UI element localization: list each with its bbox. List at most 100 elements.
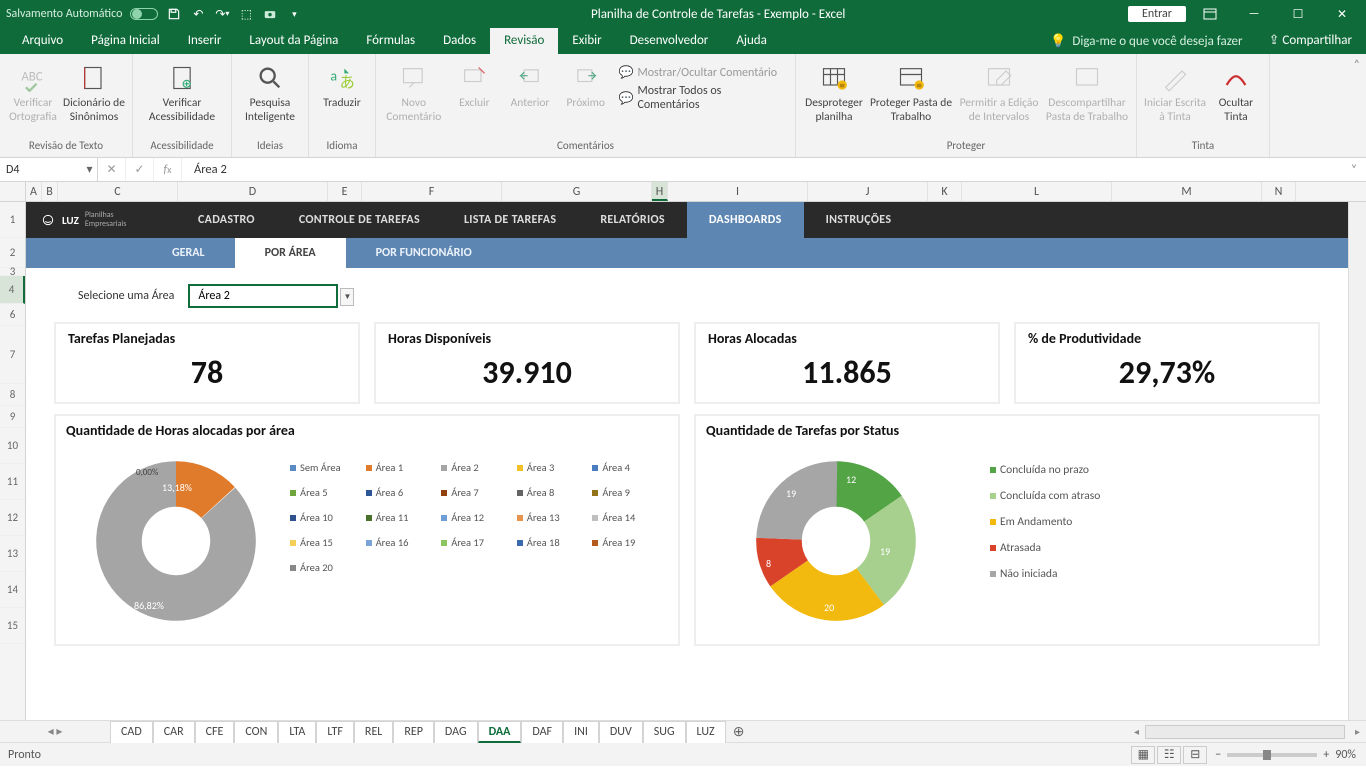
sheet-tab[interactable]: DAA [478,721,522,743]
sheet-tab-nav[interactable]: ◂ ▸ [0,724,110,739]
sheet-tab[interactable]: DAF [521,721,563,743]
autosave-toggle[interactable] [130,8,158,20]
spelling-button[interactable]: ABCVerificar Ortografia [6,60,60,124]
page-break-view-icon[interactable]: ⊟ [1183,746,1207,764]
row-header[interactable]: 6 [0,304,25,326]
row-header[interactable]: 14 [0,572,25,608]
ribbon-tab-exibir[interactable]: Exibir [558,28,615,54]
ribbon-display-icon[interactable] [1190,0,1230,28]
column-header[interactable]: D [178,182,328,201]
column-header[interactable]: M [1112,182,1262,201]
area-dropdown-icon[interactable]: ▼ [340,288,354,306]
subnav-geral[interactable]: GERAL [142,238,235,268]
sheet-tab[interactable]: SUG [643,721,686,743]
thesaurus-button[interactable]: Dicionário de Sinônimos [62,60,126,124]
row-header[interactable]: 1 [0,202,25,238]
qat-customize-icon[interactable]: ▾ [286,6,302,22]
column-header[interactable]: G [502,182,652,201]
sheet-tab[interactable]: REP [393,721,434,743]
sheet-tab[interactable]: CON [234,721,278,743]
close-icon[interactable]: ✕ [1322,0,1362,28]
dashnav-controle-de-tarefas[interactable]: CONTROLE DE TAREFAS [277,202,442,238]
ribbon-tab-fórmulas[interactable]: Fórmulas [352,28,429,54]
sheet-tab[interactable]: CFE [195,721,235,743]
dashnav-instruções[interactable]: INSTRUÇÕES [804,202,914,238]
allow-edit-ranges-button[interactable]: Permitir a Edição de Intervalos [956,60,1042,124]
area-selector-cell[interactable]: Área 2 ▼ [188,284,338,308]
start-inking-button[interactable]: Iniciar Escrita à Tinta [1143,60,1207,124]
vertical-scrollbar[interactable] [1348,202,1366,720]
row-header[interactable]: 8 [0,384,25,406]
row-header[interactable]: 10 [0,428,25,464]
protect-workbook-button[interactable]: Proteger Pasta de Trabalho [868,60,954,124]
save-icon[interactable] [166,6,182,22]
row-header[interactable]: 4 [0,276,25,304]
sheet-tab[interactable]: CAR [153,721,195,743]
accessibility-button[interactable]: Verificar Acessibilidade [139,60,225,124]
row-header[interactable]: 13 [0,536,25,572]
ribbon-tab-desenvolvedor[interactable]: Desenvolvedor [616,28,723,54]
maximize-icon[interactable]: ☐ [1278,0,1318,28]
unshare-workbook-button[interactable]: Descompartilhar Pasta de Trabalho [1044,60,1130,124]
cancel-formula-icon[interactable]: ✕ [98,158,126,181]
sheet-tab[interactable]: CAD [110,721,153,743]
ribbon-tab-página-inicial[interactable]: Página Inicial [77,28,174,54]
zoom-level[interactable]: 90% [1335,748,1356,762]
sheet-tab[interactable]: DAG [434,721,478,743]
camera-icon[interactable] [262,6,278,22]
show-hide-comment-button[interactable]: 💬Mostrar/Ocultar Comentário [615,64,789,81]
dashnav-cadastro[interactable]: CADASTRO [176,202,277,238]
page-layout-view-icon[interactable]: ☷ [1157,746,1181,764]
collapse-ribbon-icon[interactable]: ˄ [1354,58,1360,72]
show-all-comments-button[interactable]: 💬Mostrar Todos os Comentários [615,83,789,113]
touch-mode-icon[interactable]: ⬚ [238,6,254,22]
ribbon-tab-layout-da-página[interactable]: Layout da Página [235,28,352,54]
next-comment-button[interactable]: Próximo [559,60,613,110]
column-header[interactable]: L [962,182,1112,201]
undo-icon[interactable]: ↶ [190,6,206,22]
row-header[interactable]: 12 [0,500,25,536]
name-box[interactable]: ▾ [0,158,98,181]
insert-function-icon[interactable]: fx [154,158,182,181]
hscroll-left-icon[interactable]: ◂ [1128,725,1145,738]
row-header[interactable]: 9 [0,406,25,428]
row-header[interactable]: 2 [0,238,25,268]
subnav-por-área[interactable]: POR ÁREA [235,238,346,268]
sheet-tab[interactable]: LTA [278,721,316,743]
delete-comment-button[interactable]: Excluir [448,60,502,110]
dashnav-lista-de-tarefas[interactable]: LISTA DE TAREFAS [442,202,578,238]
zoom-control[interactable]: − + 90% [1215,748,1356,762]
column-header[interactable]: B [42,182,58,201]
dashnav-dashboards[interactable]: DASHBOARDS [687,202,804,238]
sign-in-button[interactable]: Entrar [1128,6,1186,22]
column-header[interactable]: I [668,182,808,201]
row-header[interactable]: 11 [0,464,25,500]
subnav-por-funcionário[interactable]: POR FUNCIONÁRIO [346,238,502,268]
hscroll-right-icon[interactable]: ▸ [1349,725,1366,738]
zoom-out-icon[interactable]: − [1215,748,1221,762]
row-header[interactable]: 3 [0,268,25,276]
column-header[interactable]: N [1262,182,1296,201]
ribbon-tab-ajuda[interactable]: Ajuda [722,28,781,54]
share-button[interactable]: ⇪ Compartilhar [1255,28,1366,54]
smart-lookup-button[interactable]: Pesquisa Inteligente [238,60,302,124]
ribbon-tab-dados[interactable]: Dados [429,28,490,54]
zoom-in-icon[interactable]: + [1323,748,1329,762]
sheet-tab[interactable]: DUV [599,721,643,743]
formula-input[interactable]: Área 2 [182,158,1342,181]
new-sheet-button[interactable]: ⊕ [726,723,752,740]
ribbon-tab-arquivo[interactable]: Arquivo [8,28,77,54]
dashnav-relatórios[interactable]: RELATÓRIOS [578,202,687,238]
ribbon-tab-inserir[interactable]: Inserir [174,28,236,54]
expand-formula-bar-icon[interactable]: ˅ [1342,158,1366,181]
sheet-tab[interactable]: LTF [316,721,354,743]
column-header[interactable]: C [58,182,178,201]
hide-ink-button[interactable]: Ocultar Tinta [1209,60,1263,124]
sheet-tab[interactable]: LUZ [686,721,726,743]
translate-button[interactable]: aあTraduzir [315,60,369,110]
horizontal-scrollbar[interactable] [1145,725,1345,739]
column-header[interactable]: F [362,182,502,201]
normal-view-icon[interactable]: ▦ [1131,746,1155,764]
column-header[interactable]: A [26,182,42,201]
column-header[interactable]: H [652,182,668,201]
